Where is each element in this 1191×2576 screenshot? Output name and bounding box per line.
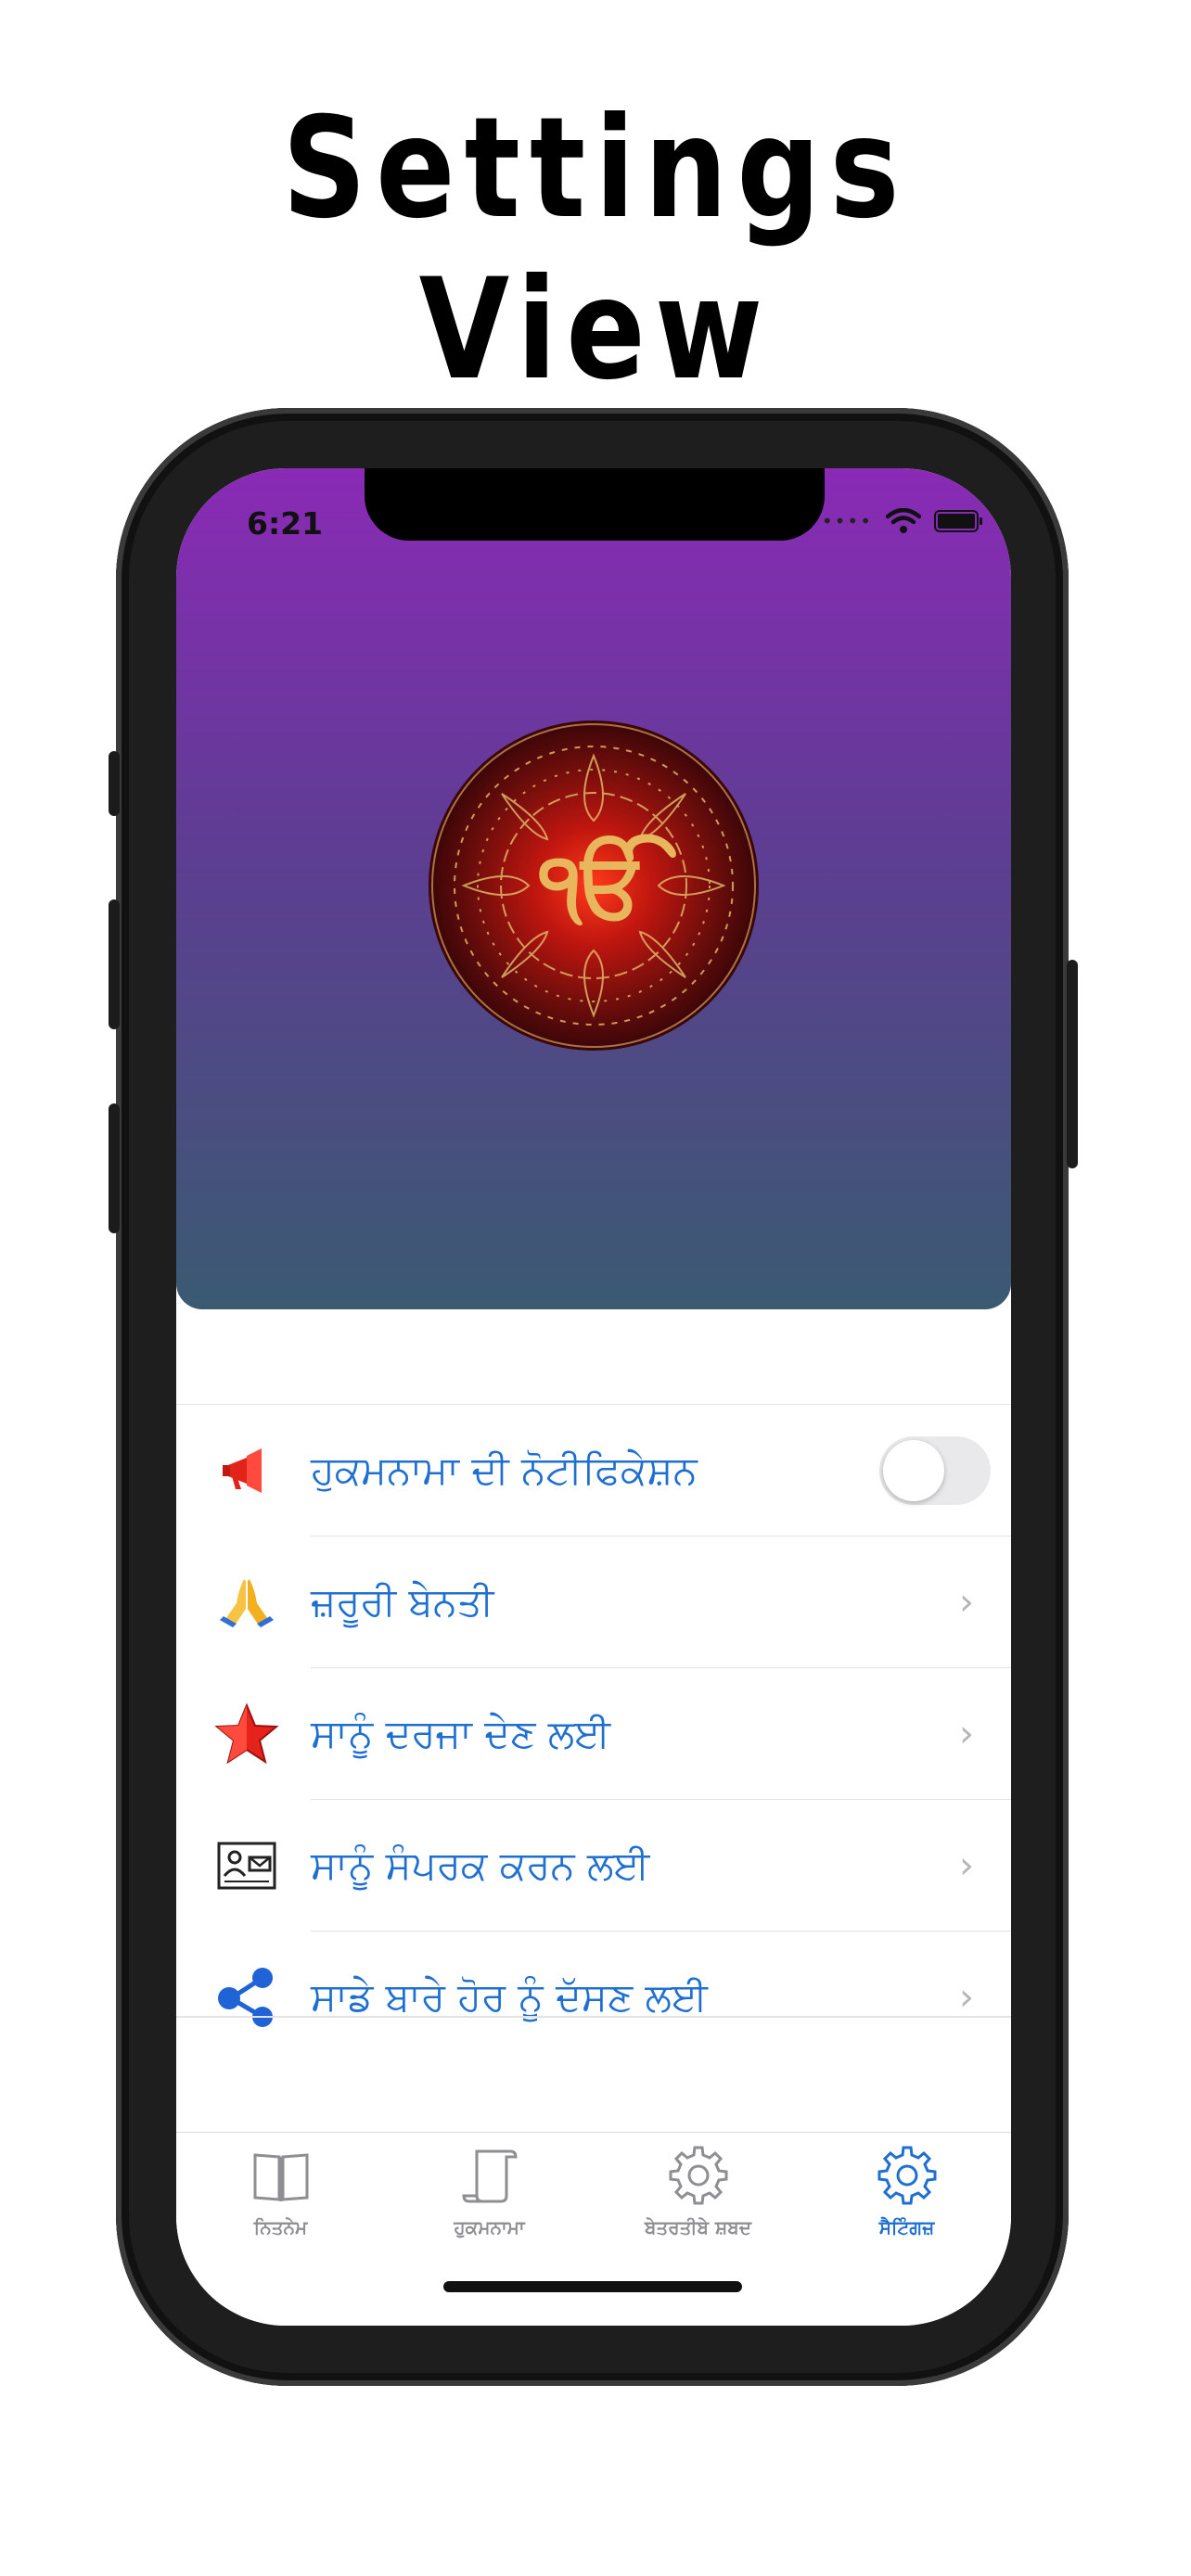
setting-label: ਹੁਕਮਨਾਮਾ ਦੀ ਨੋਟੀਫਿਕੇਸ਼ਨ [311,1447,698,1493]
folded-hands-icon [213,1569,280,1636]
contact-us-row[interactable]: ਸਾਨੂੰ ਸੰਪਰਕ ਕਰਨ ਲਈ › [176,1800,1011,1932]
page-headline: Settings View [282,88,909,411]
silent-switch [109,751,120,816]
tab-hukamnama[interactable]: ਹੁਕਮਨਾਮਾ [385,2144,594,2238]
gear-icon [669,2146,727,2205]
tab-label: ਸੈਟਿੰਗਜ਼ [878,2216,935,2238]
tab-label: ਬੇਤਰਤੀਬੇ ਸ਼ਬਦ [645,2216,751,2238]
star-icon [213,1701,280,1767]
setting-label: ਸਾਡੇ ਬਾਰੇ ਹੋਰ ਨੂੰ ਦੱਸਣ ਲਈ [311,1974,708,2020]
power-button [1067,960,1078,1168]
setting-label: ਸਾਨੂੰ ਸੰਪਰਕ ਕਰਨ ਲਈ [311,1843,650,1888]
ik-onkar-logo: ੴ [429,721,759,1051]
tab-random-shabad[interactable]: ਬੇਤਰਤੀਬੇ ਸ਼ਬਦ [594,2144,802,2238]
notification-toggle-row[interactable]: ਹੁਕਮਨਾਮਾ ਦੀ ਨੋਟੀਫਿਕੇਸ਼ਨ [176,1405,1011,1537]
megaphone-icon [213,1437,280,1504]
share-icon [213,1964,280,2031]
gear-icon [877,2146,936,2205]
setting-label: ਜ਼ਰੂਰੀ ਬੇਨਤੀ [311,1579,494,1625]
contact-card-icon [213,1832,280,1899]
tab-label: ਨਿਤਨੇਮ [253,2216,308,2238]
chevron-right-icon: › [959,1976,974,2019]
urgent-request-row[interactable]: ਜ਼ਰੂਰੀ ਬੇਨਤੀ › [176,1537,1011,1668]
setting-label: ਸਾਨੂੰ ਦਰਜਾ ਦੇਣ ਲਈ [311,1711,611,1756]
scroll-icon [461,2149,518,2203]
status-icons: •••• [821,507,982,535]
phone-screen: 6:21 •••• ੴ ਹੁਕਮਨਾਮਾ ਦੀ ਨੋਟੀਫਿਕੇਸ਼ਨ ਜ਼ਰੂ… [176,468,1011,2326]
list-bottom-divider [176,2016,1011,2018]
volume-down-button [109,1103,120,1233]
volume-up-button [109,899,120,1029]
notification-toggle[interactable] [879,1436,991,1505]
battery-icon [934,510,982,532]
rate-us-row[interactable]: ਸਾਨੂੰ ਦਰਜਾ ਦੇਣ ਲਈ › [176,1668,1011,1800]
chevron-right-icon: › [959,1581,974,1624]
tab-label: ਹੁਕਮਨਾਮਾ [454,2216,525,2238]
share-app-row[interactable]: ਸਾਡੇ ਬਾਰੇ ਹੋਰ ਨੂੰ ਦੱਸਣ ਲਈ › [176,1932,1011,2063]
tab-bar: ਨਿਤਨੇਮ ਹੁਕਮਨਾਮਾ ਬੇਤਰਤੀਬੇ ਸ਼ਬਦ ਸੈਟਿੰਗਜ਼ [176,2132,1011,2326]
tab-nitnem[interactable]: ਨਿਤਨੇਮ [176,2144,385,2238]
cellular-signal-icon: •••• [821,510,873,532]
toggle-knob [883,1440,944,1501]
wifi-icon [886,508,921,533]
chevron-right-icon: › [959,1844,974,1887]
camera-notch [365,468,825,541]
tab-settings[interactable]: ਸੈਟਿੰਗਜ਼ [802,2144,1011,2238]
chevron-right-icon: › [959,1713,974,1755]
book-icon [253,2153,308,2201]
home-indicator [443,2281,742,2292]
status-time: 6:21 [247,505,324,542]
